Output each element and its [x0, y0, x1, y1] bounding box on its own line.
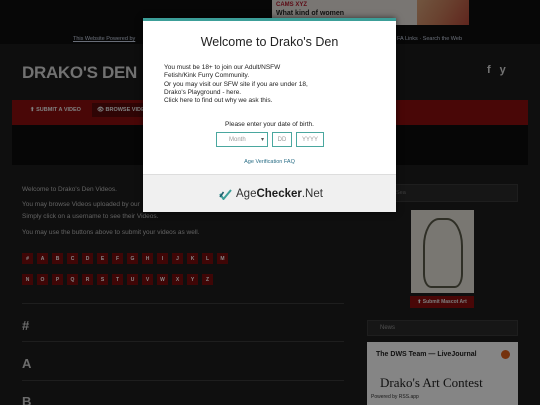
- body-line[interactable]: Or you may visit our SFW site if you are…: [164, 81, 378, 89]
- modal-footer: AgeChecker.Net: [143, 174, 396, 212]
- year-field[interactable]: YYYY: [296, 132, 324, 147]
- chevron-down-icon: ▾: [260, 137, 264, 143]
- body-line: You must be 18+ to join our Adult/NSFW: [164, 64, 281, 71]
- modal-accent-stripe: [143, 18, 396, 21]
- body-line: Fetish/Kink Furry Community.: [164, 72, 250, 80]
- agechecker-name: AgeChecker.Net: [236, 188, 323, 200]
- dob-inputs: Month ▾ DD YYYY: [216, 132, 324, 147]
- dob-prompt: Please enter your date of birth.: [225, 121, 314, 128]
- month-select[interactable]: Month ▾: [216, 132, 268, 147]
- modal-body: You must be 18+ to join our Adult/NSFW F…: [164, 64, 378, 105]
- agechecker-icon: [219, 188, 232, 200]
- age-verification-faq-link[interactable]: Age Verification FAQ: [143, 159, 396, 165]
- modal-title: Welcome to Drako's Den: [200, 35, 339, 49]
- day-field[interactable]: DD: [272, 132, 292, 147]
- body-line[interactable]: Click here to find out why we ask this.: [164, 97, 378, 105]
- agechecker-logo[interactable]: AgeChecker.Net: [219, 188, 323, 200]
- month-placeholder: Month: [229, 136, 246, 143]
- body-line[interactable]: Drako's Playground - here.: [164, 89, 378, 97]
- age-verification-modal: Welcome to Drako's Den You must be 18+ t…: [143, 18, 396, 212]
